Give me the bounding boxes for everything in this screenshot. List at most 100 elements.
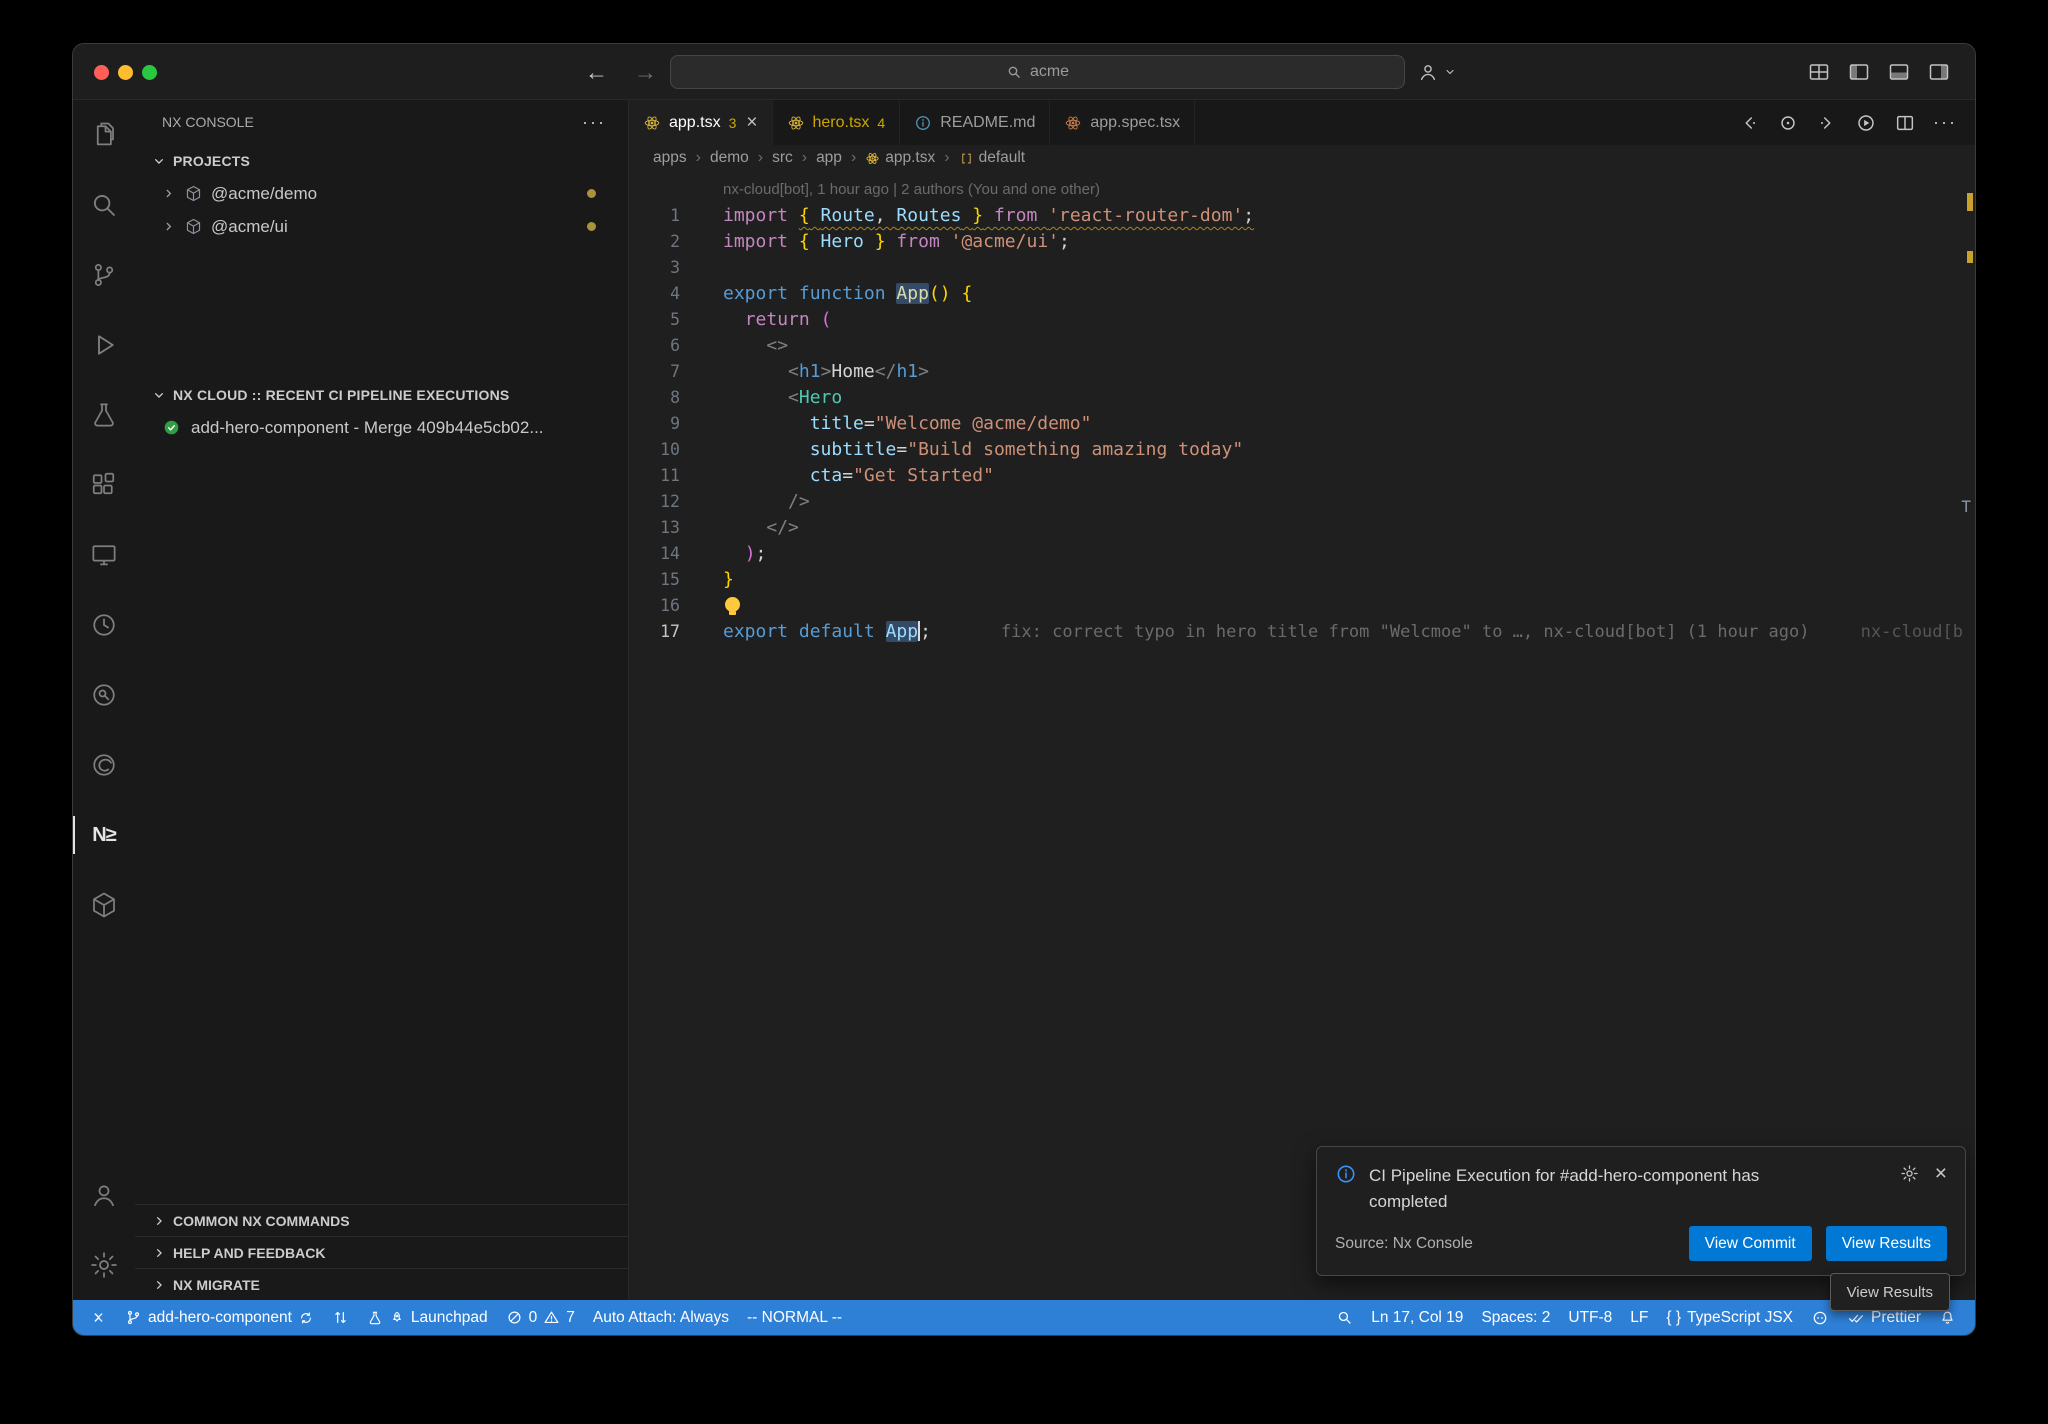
toggle-secondary-sidebar-icon[interactable] xyxy=(1927,60,1951,84)
close-window-button[interactable] xyxy=(94,65,109,80)
code-line[interactable]: 15} xyxy=(629,567,1975,593)
activity-remote-explorer[interactable] xyxy=(73,520,135,590)
line-content[interactable]: cta="Get Started" xyxy=(680,463,994,489)
section-nx-migrate[interactable]: NX MIGRATE xyxy=(135,1268,628,1300)
forward-icon[interactable]: → xyxy=(634,59,657,86)
auto-attach-item[interactable]: Auto Attach: Always xyxy=(584,1300,738,1335)
code-line[interactable]: 5 return ( xyxy=(629,307,1975,333)
branch-indicator[interactable]: add-hero-component xyxy=(116,1300,323,1335)
encoding-item[interactable]: UTF-8 xyxy=(1559,1300,1621,1335)
code-line[interactable]: 6 <> xyxy=(629,333,1975,359)
customize-layout-icon[interactable] xyxy=(1807,60,1831,84)
launchpad-item[interactable]: Launchpad xyxy=(358,1300,497,1335)
code-line[interactable]: 12 /> xyxy=(629,489,1975,515)
activity-account[interactable] xyxy=(73,1160,135,1230)
line-content[interactable]: return ( xyxy=(680,307,831,333)
line-content[interactable]: export default App;fix: correct typo in … xyxy=(680,619,1809,645)
activity-testing[interactable] xyxy=(73,380,135,450)
activity-explorer[interactable] xyxy=(73,100,135,170)
line-content[interactable]: <> xyxy=(680,333,788,359)
tab-readme-md[interactable]: README.md xyxy=(900,100,1050,145)
back-icon[interactable]: ← xyxy=(585,59,608,86)
eol-item[interactable]: LF xyxy=(1621,1300,1657,1335)
breadcrumb-item-file[interactable]: app.tsx xyxy=(865,149,935,167)
code-line[interactable]: 2import { Hero } from '@acme/ui'; xyxy=(629,229,1975,255)
view-results-button[interactable]: View Results xyxy=(1826,1226,1947,1261)
code-editor[interactable]: nx-cloud[bot], 1 hour ago | 2 authors (Y… xyxy=(629,171,1975,1300)
section-help-and-feedback[interactable]: HELP AND FEEDBACK xyxy=(135,1236,628,1268)
project-item-acme-ui[interactable]: @acme/ui xyxy=(135,210,628,243)
cursor-position-item[interactable]: Ln 17, Col 19 xyxy=(1362,1300,1472,1335)
line-content[interactable]: import { Hero } from '@acme/ui'; xyxy=(680,229,1070,255)
nav-dot-icon[interactable] xyxy=(1777,112,1799,134)
nx-cloud-section-header[interactable]: NX CLOUD :: RECENT CI PIPELINE EXECUTION… xyxy=(135,378,628,411)
more-actions-icon[interactable]: ··· xyxy=(1933,112,1957,133)
pipeline-execution-item[interactable]: add-hero-component - Merge 409b44e5cb02.… xyxy=(135,411,628,444)
toggle-primary-sidebar-icon[interactable] xyxy=(1847,60,1871,84)
activity-edge-browser[interactable] xyxy=(73,730,135,800)
language-mode-item[interactable]: { } TypeScript JSX xyxy=(1657,1300,1802,1335)
tab-app-tsx[interactable]: app.tsx 3 × xyxy=(629,100,773,145)
close-icon[interactable]: × xyxy=(1935,1163,1947,1184)
toggle-panel-icon[interactable] xyxy=(1887,60,1911,84)
code-line[interactable]: 14 ); xyxy=(629,541,1975,567)
overview-ruler[interactable]: T xyxy=(1965,171,1975,1300)
gear-icon[interactable] xyxy=(1900,1164,1919,1183)
nav-forward-icon[interactable] xyxy=(1816,112,1838,134)
activity-containers[interactable] xyxy=(73,870,135,940)
breadcrumb-item[interactable]: apps xyxy=(653,149,687,167)
vim-mode-item[interactable]: -- NORMAL -- xyxy=(738,1300,851,1335)
remote-indicator[interactable] xyxy=(81,1300,116,1335)
activity-extensions[interactable] xyxy=(73,450,135,520)
more-actions-icon[interactable]: ··· xyxy=(582,112,606,133)
projects-section-header[interactable]: PROJECTS xyxy=(135,144,628,177)
code-line[interactable]: 4export function App() { xyxy=(629,281,1975,307)
split-editor-icon[interactable] xyxy=(1894,112,1916,134)
lightbulb-icon[interactable] xyxy=(725,597,740,612)
view-commit-button[interactable]: View Commit xyxy=(1689,1226,1812,1261)
code-line[interactable]: 13 </> xyxy=(629,515,1975,541)
line-content[interactable]: subtitle="Build something amazing today" xyxy=(680,437,1243,463)
activity-source-control[interactable] xyxy=(73,240,135,310)
activity-search[interactable] xyxy=(73,170,135,240)
maximize-window-button[interactable] xyxy=(142,65,157,80)
line-content[interactable]: export function App() { xyxy=(680,281,972,307)
line-content[interactable]: title="Welcome @acme/demo" xyxy=(680,411,1091,437)
activity-history[interactable] xyxy=(73,590,135,660)
line-content[interactable]: } xyxy=(680,567,734,593)
breadcrumb-item-symbol[interactable]: default xyxy=(959,149,1026,167)
tab-app-spec-tsx[interactable]: app.spec.tsx xyxy=(1050,100,1195,145)
code-line[interactable]: 11 cta="Get Started" xyxy=(629,463,1975,489)
breadcrumb-item[interactable]: src xyxy=(772,149,793,167)
code-line[interactable]: 9 title="Welcome @acme/demo" xyxy=(629,411,1975,437)
code-line[interactable]: 1import { Route, Routes } from 'react-ro… xyxy=(629,203,1975,229)
activity-nx-console[interactable]: N≥ xyxy=(73,800,135,870)
code-line[interactable]: 7 <h1>Home</h1> xyxy=(629,359,1975,385)
line-content[interactable] xyxy=(680,255,723,281)
code-line[interactable]: 17export default App;fix: correct typo i… xyxy=(629,619,1975,645)
minimize-window-button[interactable] xyxy=(118,65,133,80)
code-line[interactable]: 3 xyxy=(629,255,1975,281)
close-icon[interactable]: × xyxy=(746,112,757,134)
activity-run-debug[interactable] xyxy=(73,310,135,380)
tab-hero-tsx[interactable]: hero.tsx 4 xyxy=(773,100,901,145)
line-content[interactable]: import { Route, Routes } from 'react-rou… xyxy=(680,203,1254,229)
indentation-item[interactable]: Spaces: 2 xyxy=(1472,1300,1559,1335)
line-content[interactable] xyxy=(680,593,748,619)
line-content[interactable]: ); xyxy=(680,541,766,567)
activity-settings[interactable] xyxy=(73,1230,135,1300)
line-content[interactable]: <Hero xyxy=(680,385,842,411)
project-item-acme-demo[interactable]: @acme/demo xyxy=(135,177,628,210)
nav-back-icon[interactable] xyxy=(1738,112,1760,134)
line-content[interactable]: </> xyxy=(680,515,799,541)
account-menu[interactable] xyxy=(1417,44,1456,100)
screencast-zoom-item[interactable] xyxy=(1327,1300,1362,1335)
breadcrumb-item[interactable]: app xyxy=(816,149,842,167)
breadcrumb-item[interactable]: demo xyxy=(710,149,749,167)
section-common-nx-commands[interactable]: COMMON NX COMMANDS xyxy=(135,1204,628,1236)
code-line[interactable]: 16 xyxy=(629,593,1975,619)
code-line[interactable]: 8 <Hero xyxy=(629,385,1975,411)
activity-search-editor[interactable] xyxy=(73,660,135,730)
problems-indicator[interactable]: 0 7 xyxy=(497,1300,584,1335)
compare-changes[interactable] xyxy=(323,1300,358,1335)
